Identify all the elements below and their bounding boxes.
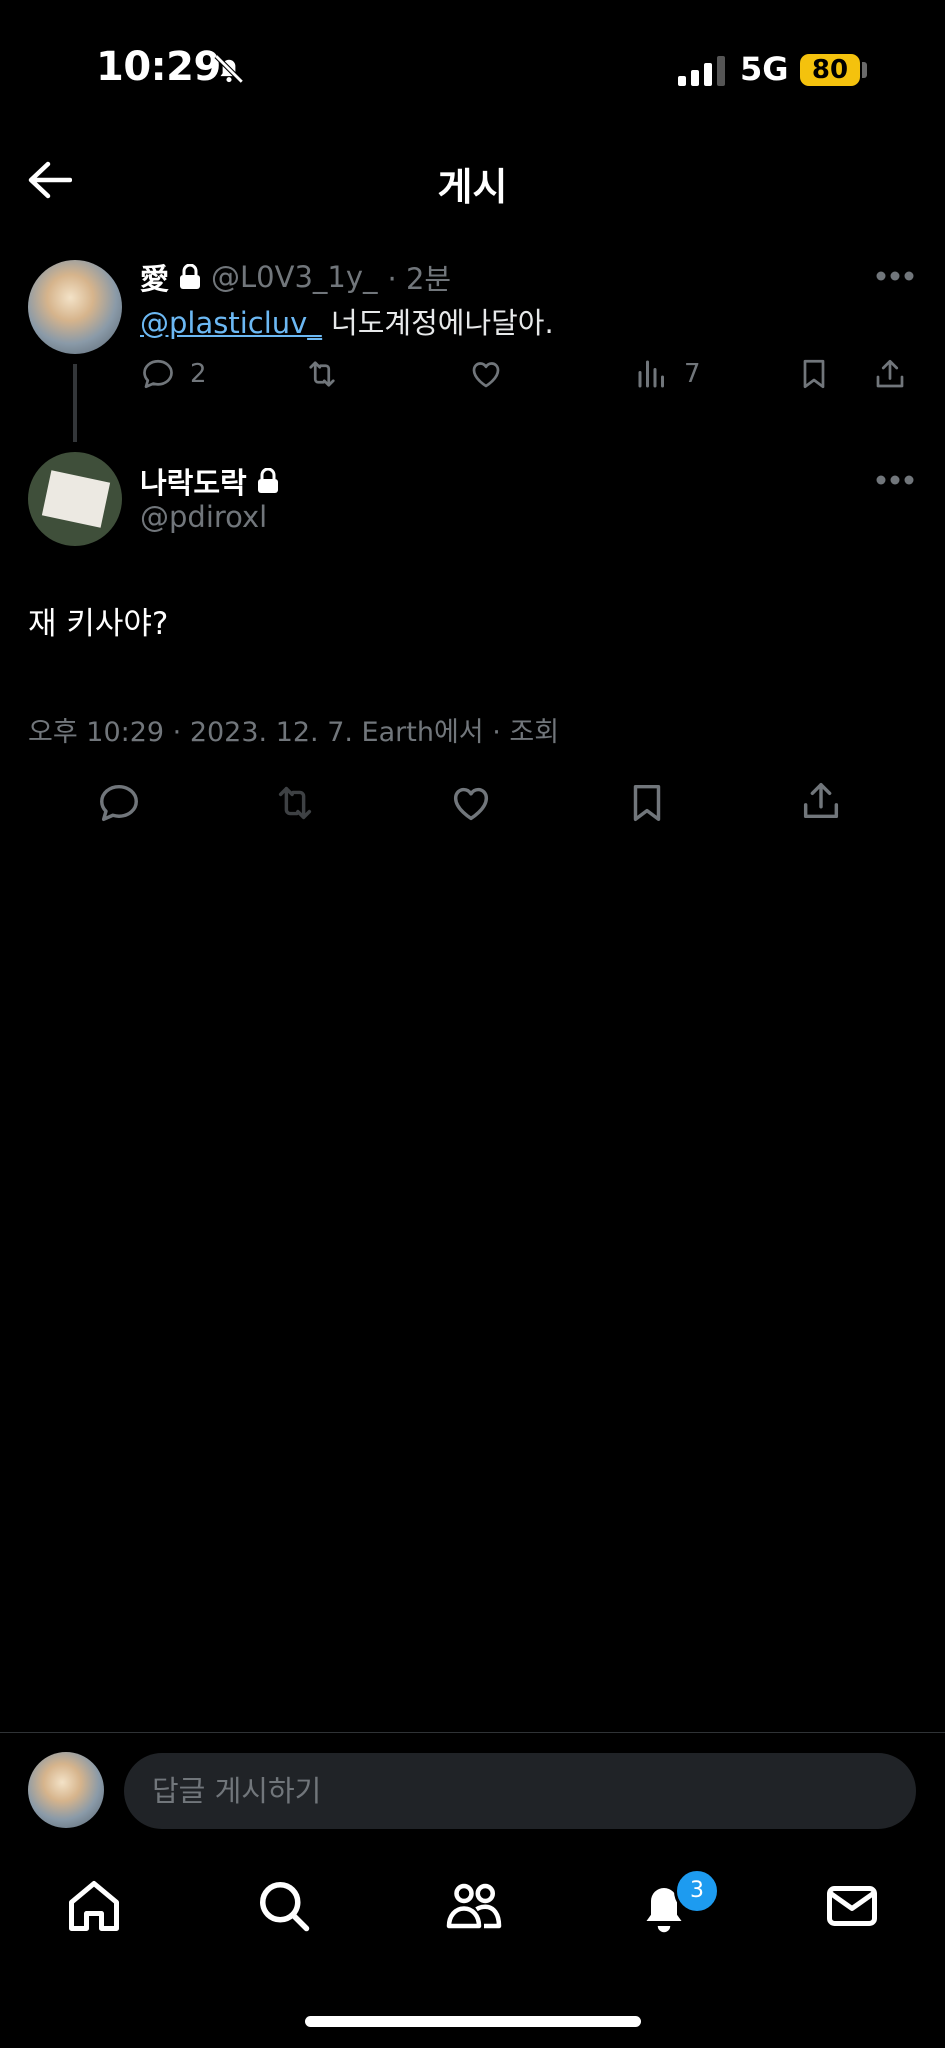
avatar-image — [41, 470, 111, 528]
home-icon[interactable] — [64, 1876, 124, 1936]
author-name[interactable]: 나락도락 — [140, 460, 247, 502]
views-button[interactable]: 7 — [634, 356, 701, 392]
like-icon[interactable] — [468, 356, 504, 392]
tweet-meta: 오후 10:29 · 2023. 12. 7. Earth에서 · 조회 — [28, 717, 560, 748]
avatar[interactable] — [28, 260, 122, 354]
notifications-badge: 3 — [674, 1868, 720, 1914]
view-count: 7 — [684, 359, 701, 389]
avatar[interactable] — [28, 452, 122, 546]
tweet-author-row: 나락도락 — [140, 460, 279, 502]
retweet-icon[interactable] — [302, 356, 342, 392]
bookmark-icon[interactable] — [624, 780, 670, 826]
network-type: 5G — [740, 50, 789, 88]
author-handle[interactable]: @L0V3_1y_ — [211, 260, 378, 294]
thread-connector — [73, 364, 77, 442]
more-options-icon[interactable] — [876, 270, 914, 282]
page-title: 게시 — [437, 165, 508, 209]
battery-cap — [862, 62, 867, 78]
search-icon[interactable] — [254, 1876, 314, 1936]
reply-icon[interactable] — [96, 780, 142, 826]
author-handle[interactable]: @pdiroxl — [140, 500, 267, 534]
reply-count: 2 — [190, 359, 207, 389]
tweet-author-row: 愛 @L0V3_1y_ · 2분 — [140, 256, 451, 298]
more-options-icon[interactable] — [876, 474, 914, 486]
tweet-body: 너도계정에나달아. — [321, 306, 554, 340]
reply-icon — [143, 359, 173, 389]
like-icon[interactable] — [448, 780, 494, 826]
reply-input[interactable] — [124, 1753, 916, 1829]
status-time: 10:29 — [96, 44, 221, 90]
share-icon[interactable] — [798, 778, 844, 824]
mention-link[interactable]: @plasticluv_ — [140, 306, 322, 340]
battery-level: 80 — [800, 54, 860, 86]
tweet-text: 재 키사야? — [28, 606, 169, 642]
communities-icon[interactable] — [444, 1876, 504, 1936]
retweet-icon[interactable] — [270, 780, 320, 826]
messages-icon[interactable] — [822, 1876, 882, 1936]
views-chart-icon — [638, 360, 664, 388]
author-name[interactable]: 愛 — [140, 256, 169, 298]
reply-button[interactable]: 2 — [140, 356, 207, 392]
bell-muted-icon — [214, 54, 244, 84]
bookmark-icon[interactable] — [796, 356, 832, 392]
home-indicator — [305, 2016, 641, 2027]
share-icon[interactable] — [872, 356, 908, 392]
lock-icon — [180, 264, 201, 289]
lock-icon — [257, 468, 278, 493]
tweet-text: @plasticluv_ 너도계정에나달아. — [140, 300, 554, 342]
composer-divider — [0, 1732, 945, 1733]
avatar — [28, 1752, 104, 1828]
tweet-time: · 2분 — [387, 262, 452, 296]
cellular-signal-icon — [678, 56, 725, 86]
